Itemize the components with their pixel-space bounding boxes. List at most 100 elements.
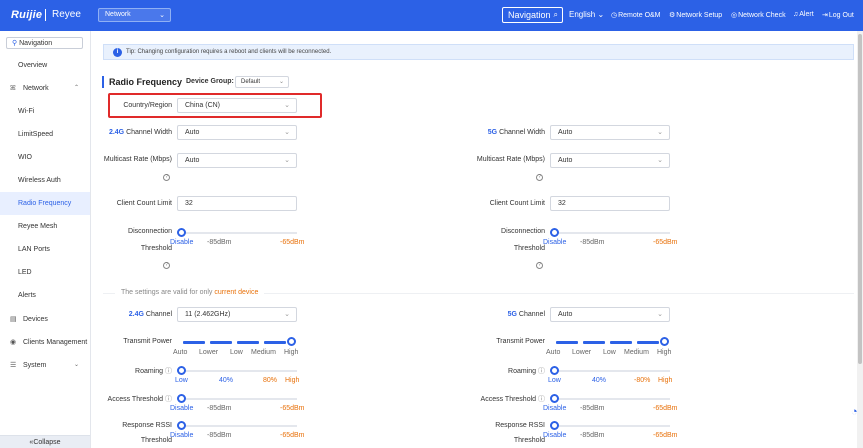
roaming-5-slider[interactable] (550, 365, 670, 377)
roaming-24-slider[interactable] (177, 365, 297, 377)
slider-knob[interactable] (660, 337, 669, 346)
disconnection-5-slider[interactable] (550, 227, 670, 239)
channel-24-label: 2.4G Channel (101, 311, 172, 318)
tick-85: -85dBm (207, 239, 232, 246)
sidebar-item-led[interactable]: LED (0, 261, 90, 284)
scrollbar-thumb[interactable] (858, 34, 862, 364)
sidebar-item-label: Devices (23, 316, 48, 323)
network-setup-link[interactable]: ⚙Network Setup (669, 11, 722, 19)
transmit-power-5-slider[interactable] (556, 341, 666, 344)
sidebar-item-system[interactable]: ☰ System ⌄ (0, 354, 90, 377)
sidebar-item-radio-frequency[interactable]: Radio Frequency (0, 192, 90, 215)
remote-om-link[interactable]: ◷Remote O&M (611, 11, 661, 19)
logout-link[interactable]: ⇥Log Out (822, 11, 854, 19)
tick-high: High (285, 377, 300, 384)
channel-width-24-value: Auto (185, 129, 200, 136)
client-limit-5-input[interactable]: 32 (550, 196, 670, 211)
tip-banner: i Tip: Changing configuration requires a… (103, 44, 854, 60)
chevron-down-icon: ⌄ (657, 129, 663, 136)
sidebar-item-wifi[interactable]: Wi-Fi (0, 100, 90, 123)
slider-knob[interactable] (177, 228, 186, 237)
sidebar-item-devices[interactable]: ▤ Devices (0, 308, 90, 331)
sidebar-item-limitspeed[interactable]: LimitSpeed (0, 123, 90, 146)
help-icon[interactable]: ? (536, 262, 543, 269)
sidebar-item-label: Wi-Fi (18, 108, 35, 115)
client-limit-24-label: Client Count Limit (116, 200, 172, 207)
response-rssi-24-slider[interactable] (177, 420, 297, 432)
client-limit-24-input[interactable]: 32 (177, 196, 297, 211)
language-label: English (569, 10, 596, 19)
access-threshold-5-slider[interactable] (550, 393, 670, 405)
channel-5-select[interactable]: Auto ⌄ (550, 307, 670, 322)
network-setup-icon: ⚙ (669, 12, 676, 19)
help-icon[interactable]: ⓘ (165, 368, 172, 375)
sidebar-item-network[interactable]: ꕤ Network ⌃ (0, 77, 90, 100)
slider-knob[interactable] (177, 421, 186, 430)
device-group-value: Default (241, 79, 261, 85)
chevron-down-icon: ⌄ (657, 311, 663, 318)
chevron-down-icon: ⌄ (597, 10, 605, 19)
sidebar-item-overview[interactable]: Overview (0, 54, 90, 77)
help-icon[interactable]: ⓘ (538, 396, 545, 403)
slider-track (177, 370, 297, 372)
band-24-tag: 2.4G (128, 311, 144, 318)
sidebar-item-lan-ports[interactable]: LAN Ports (0, 238, 90, 261)
slider-knob[interactable] (550, 421, 559, 430)
slider-track (177, 398, 297, 400)
channel-width-24-select[interactable]: Auto ⌄ (177, 125, 297, 140)
valid-prefix: The settings are valid for only (121, 289, 213, 296)
slider-knob[interactable] (287, 337, 296, 346)
channel-width-5-label: 5G Channel Width (474, 129, 545, 136)
tick-disable: Disable (170, 239, 194, 246)
slider-track (177, 232, 297, 234)
help-icon[interactable]: ⓘ (538, 368, 545, 375)
multicast-5-select[interactable]: Auto ⌄ (550, 153, 670, 168)
channel-width-5-select[interactable]: Auto ⌄ (550, 125, 670, 140)
multicast-24-select[interactable]: Auto ⌄ (177, 153, 297, 168)
navigation-search[interactable]: Navigation ⌕ (502, 7, 563, 23)
alert-label: Alert (799, 11, 814, 18)
access-threshold-5-label: Access Threshold ⓘ (474, 394, 545, 404)
slider-knob[interactable] (550, 366, 559, 375)
alert-link[interactable]: ♫Alert (793, 11, 814, 18)
channel-24-select[interactable]: 11 (2.462GHz) ⌄ (177, 307, 297, 322)
scrollbar[interactable] (857, 31, 863, 448)
power-segment (556, 341, 578, 344)
transmit-power-24-label: Transmit Power (123, 338, 172, 345)
network-check-link[interactable]: ◎Network Check (731, 11, 786, 19)
collapse-button[interactable]: «Collapse (0, 435, 90, 448)
slider-knob[interactable] (550, 394, 559, 403)
disconnection-24-slider[interactable] (177, 227, 297, 239)
top-header: Ruijie Reyee Network ⌄ Navigation ⌕ Engl… (0, 0, 863, 31)
sidebar-item-label: LimitSpeed (18, 131, 54, 138)
sidebar-item-alerts[interactable]: Alerts (0, 284, 90, 307)
slider-knob[interactable] (177, 366, 186, 375)
brand-logo: Ruijie (11, 9, 43, 21)
chevron-down-icon: ⌄ (284, 311, 290, 318)
sidebar-item-clients-management[interactable]: ◉ Clients Management (0, 331, 90, 354)
sidebar-item-wio[interactable]: WIO (0, 146, 90, 169)
slider-knob[interactable] (550, 228, 559, 237)
transmit-power-24-slider[interactable] (183, 341, 293, 344)
chevron-down-icon: ⌄ (284, 157, 290, 164)
device-group-select[interactable]: Default ⌄ (235, 76, 289, 88)
help-icon[interactable]: ? (163, 262, 170, 269)
help-icon[interactable]: ⓘ (165, 396, 172, 403)
sidebar-search[interactable]: ⚲ Navigation (6, 37, 83, 49)
network-icon: ꕤ (10, 85, 16, 92)
threshold-label: Threshold (140, 245, 172, 252)
slider-knob[interactable] (177, 394, 186, 403)
sidebar-item-wireless-auth[interactable]: Wireless Auth (0, 169, 90, 192)
language-select[interactable]: English ⌄ (569, 10, 604, 19)
help-icon[interactable]: ? (163, 174, 170, 181)
chevron-down-icon: ⌄ (159, 12, 165, 19)
sidebar-item-reyee-mesh[interactable]: Reyee Mesh (0, 215, 90, 238)
help-icon[interactable]: ? (536, 174, 543, 181)
country-region-select[interactable]: China (CN) ⌄ (177, 98, 297, 113)
power-segment (583, 341, 605, 344)
network-select-value: Network (105, 11, 131, 18)
access-threshold-24-slider[interactable] (177, 393, 297, 405)
response-rssi-5-slider[interactable] (550, 420, 670, 432)
tick-auto: Auto (546, 349, 561, 356)
network-select[interactable]: Network ⌄ (98, 8, 171, 22)
